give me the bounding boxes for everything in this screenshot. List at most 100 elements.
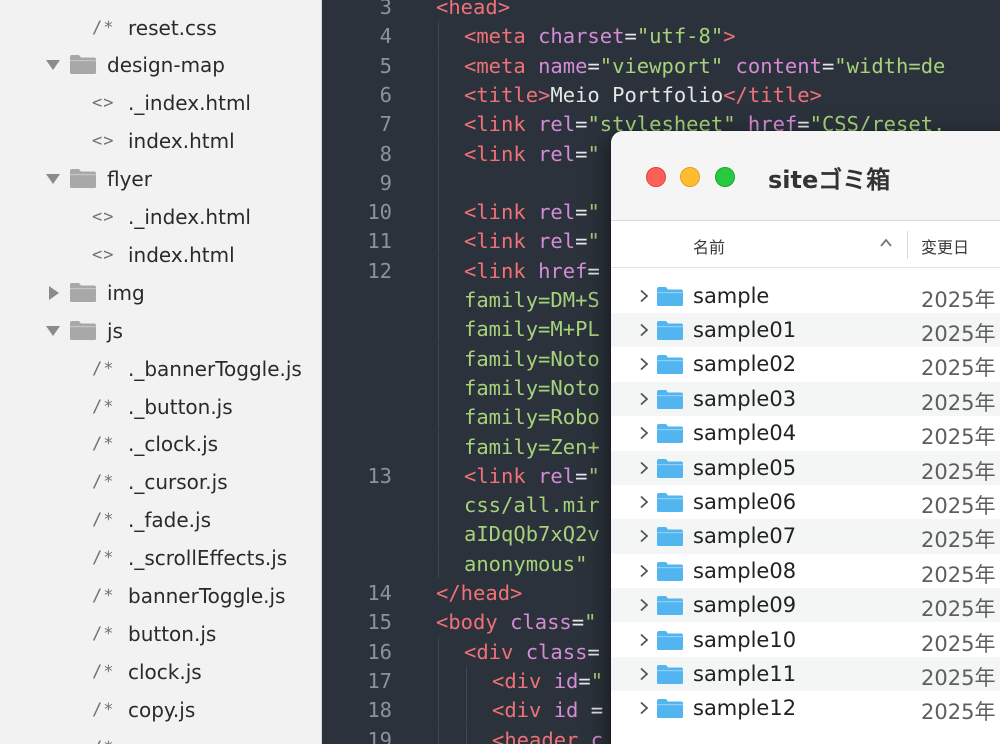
finder-row[interactable]: sample08 2025年 bbox=[611, 554, 1000, 588]
tree-file-row[interactable]: /* reset.css bbox=[0, 10, 321, 46]
disclosure-open-icon[interactable] bbox=[46, 60, 60, 71]
tree-folder-row[interactable]: img bbox=[0, 275, 321, 311]
column-name-header[interactable]: 名前 bbox=[693, 234, 725, 258]
minimize-button[interactable] bbox=[680, 167, 700, 187]
tree-file-row[interactable]: /* ._button.js bbox=[0, 389, 321, 425]
line-number: 17 bbox=[367, 668, 392, 693]
chevron-right-icon[interactable] bbox=[639, 426, 649, 440]
token-str: " bbox=[584, 610, 597, 635]
token-tag: <div bbox=[492, 698, 554, 723]
file-name: sample04 bbox=[693, 421, 797, 446]
tree-item-label: clock.js bbox=[128, 659, 202, 684]
finder-row[interactable]: sample05 2025年 bbox=[611, 450, 1000, 485]
code-line: 4 <meta charset="utf-8"> bbox=[322, 21, 1000, 51]
token-tag: <link bbox=[464, 229, 539, 254]
zoom-button[interactable] bbox=[715, 167, 735, 187]
code-text: <head> bbox=[436, 0, 510, 19]
chevron-right-icon[interactable] bbox=[639, 598, 649, 612]
finder-row[interactable]: sample04 2025年 bbox=[611, 416, 1000, 450]
token-cont: css/all.mir bbox=[464, 493, 600, 518]
tree-folder-row[interactable]: js bbox=[0, 313, 321, 349]
chevron-right-icon[interactable] bbox=[639, 529, 649, 543]
chevron-right-icon[interactable] bbox=[639, 323, 649, 337]
finder-row[interactable]: sample10 2025年 bbox=[611, 623, 1000, 657]
line-number: 6 bbox=[379, 82, 392, 107]
chevron-right-icon[interactable] bbox=[639, 633, 649, 647]
indent-guide bbox=[438, 431, 439, 461]
code-file-icon: /* bbox=[92, 17, 115, 38]
line-number: 15 bbox=[367, 610, 392, 635]
chevron-right-icon[interactable] bbox=[639, 495, 649, 509]
finder-row[interactable]: sample09 2025年 bbox=[611, 588, 1000, 623]
chevron-right-icon[interactable] bbox=[639, 667, 649, 681]
disclosure-open-icon[interactable] bbox=[46, 325, 60, 336]
tree-file-row[interactable]: <> ._index.html bbox=[0, 85, 321, 121]
finder-row[interactable]: sample02 2025年 bbox=[611, 347, 1000, 381]
code-file-icon: /* bbox=[92, 358, 115, 379]
tree-item-label: design-map bbox=[107, 53, 225, 78]
token-str: "width=de bbox=[834, 53, 946, 78]
finder-row[interactable]: sample03 2025年 bbox=[611, 381, 1000, 417]
chevron-right-icon[interactable] bbox=[639, 289, 649, 303]
chevron-right-icon[interactable] bbox=[639, 564, 649, 578]
tree-item-label: index.html bbox=[128, 242, 235, 267]
modified-date: 2025年 bbox=[921, 390, 996, 415]
finder-row[interactable]: sample12 2025年 bbox=[611, 691, 1000, 725]
close-button[interactable] bbox=[646, 167, 666, 187]
finder-row[interactable]: sample11 2025年 bbox=[611, 656, 1000, 692]
tree-file-row[interactable]: /* ._bannerToggle.js bbox=[0, 351, 321, 387]
token-cont: family=Robo bbox=[464, 405, 600, 430]
finder-titlebar[interactable]: siteゴミ箱 bbox=[611, 131, 1000, 221]
tree-file-row[interactable]: /* ._fade.js bbox=[0, 502, 321, 538]
tree-file-row[interactable]: /* copy.js bbox=[0, 692, 321, 728]
chevron-right-icon[interactable] bbox=[639, 392, 649, 406]
sort-ascending-icon[interactable] bbox=[879, 236, 893, 250]
tree-file-row[interactable]: /* bannerToggle.js bbox=[0, 578, 321, 614]
finder-row[interactable]: sample06 2025年 bbox=[611, 485, 1000, 519]
token-cont: family=M+PL bbox=[464, 317, 600, 342]
tree-file-row[interactable]: /* button.js bbox=[0, 616, 321, 652]
disclosure-closed-icon[interactable] bbox=[49, 285, 59, 300]
chevron-right-icon[interactable] bbox=[639, 357, 649, 371]
token-tag: <meta bbox=[464, 24, 539, 49]
indent-guide bbox=[438, 109, 439, 139]
tree-file-row[interactable]: /* clock.js bbox=[0, 654, 321, 690]
column-divider[interactable] bbox=[907, 231, 908, 259]
tree-folder-row[interactable]: flyer bbox=[0, 161, 321, 197]
token-str: " bbox=[587, 463, 600, 488]
tree-item-label: bannerToggle.js bbox=[128, 584, 286, 608]
indent-guide bbox=[438, 372, 439, 402]
tree-file-row[interactable]: /* ._scrollEffects.js bbox=[0, 540, 321, 576]
token-str: " bbox=[590, 668, 604, 693]
finder-row[interactable]: sample 2025年 bbox=[611, 279, 1000, 313]
tree-file-row[interactable]: /* bbox=[0, 730, 321, 744]
tree-file-row[interactable]: /* ._cursor.js bbox=[0, 464, 321, 500]
indent-guide bbox=[438, 548, 439, 578]
code-text: </head> bbox=[436, 581, 522, 605]
chevron-right-icon[interactable] bbox=[639, 701, 649, 715]
finder-row[interactable]: sample01 2025年 bbox=[611, 312, 1000, 348]
tree-item-label: reset.css bbox=[128, 15, 217, 40]
token-txt: = bbox=[578, 698, 604, 723]
chevron-right-icon[interactable] bbox=[639, 461, 649, 475]
tree-folder-row[interactable]: design-map bbox=[0, 47, 321, 83]
column-modified-header[interactable]: 変更日 bbox=[921, 234, 969, 258]
indent-guide bbox=[438, 79, 439, 109]
line-number: 14 bbox=[367, 581, 392, 605]
finder-row[interactable]: sample07 2025年 bbox=[611, 519, 1000, 554]
token-tag: <div bbox=[464, 639, 526, 664]
folder-icon bbox=[657, 389, 683, 409]
disclosure-open-icon[interactable] bbox=[46, 174, 60, 185]
indent-guide bbox=[438, 343, 439, 373]
tree-file-row[interactable]: /* ._clock.js bbox=[0, 426, 321, 462]
folder-open-icon bbox=[70, 320, 96, 340]
indent-guide bbox=[438, 226, 439, 256]
finder-window[interactable]: siteゴミ箱 名前 変更日 sample 2025年 sample01 2025年 s… bbox=[611, 131, 1000, 744]
tree-file-row[interactable]: <> index.html bbox=[0, 123, 321, 159]
html-file-icon: <> bbox=[92, 244, 115, 265]
tree-file-row[interactable]: <> ._index.html bbox=[0, 199, 321, 235]
indent-guide bbox=[466, 695, 467, 725]
tree-item-label: ._bannerToggle.js bbox=[128, 356, 302, 381]
modified-date: 2025年 bbox=[921, 356, 996, 381]
tree-file-row[interactable]: <> index.html bbox=[0, 237, 321, 273]
